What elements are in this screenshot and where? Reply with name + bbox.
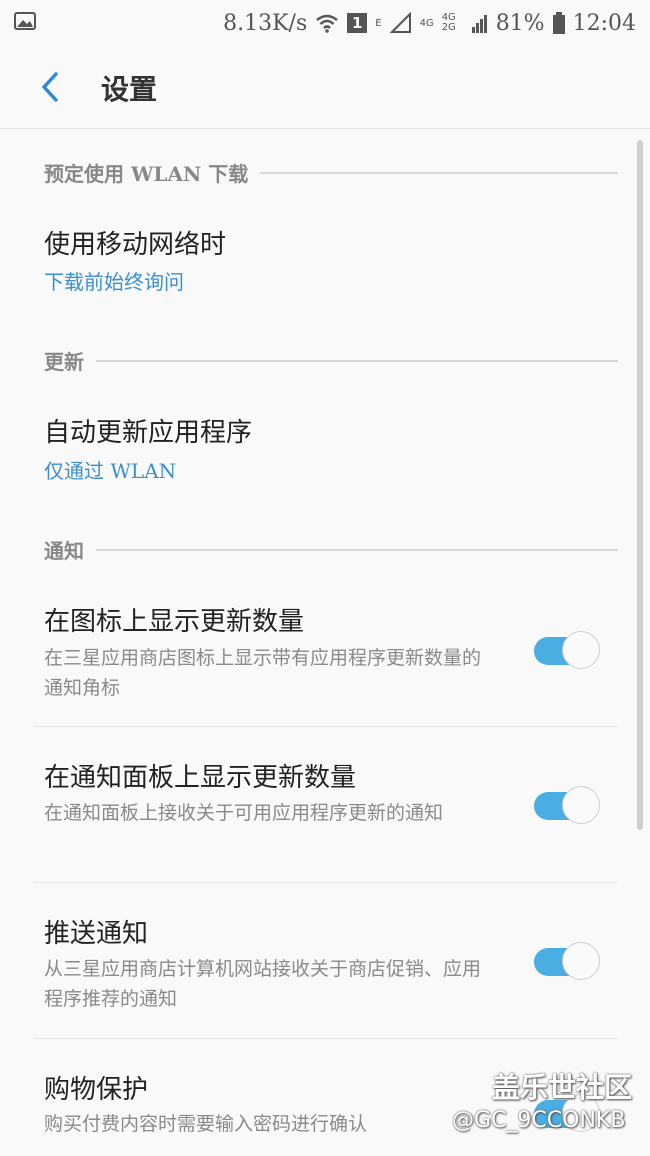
status-bar: 8.13K/s 1 E 4G 4G 2G 81% 12:04 xyxy=(0,0,650,46)
section-header-label: 预定使用 WLAN 下载 xyxy=(44,162,249,186)
page-title: 设置 xyxy=(101,73,158,106)
setting-title: 在图标上显示更新数量 xyxy=(44,607,305,637)
network-type-e: E xyxy=(375,17,382,29)
network-speed: 8.13K/s xyxy=(223,10,308,36)
battery-icon xyxy=(552,12,565,34)
app-bar: 设置 xyxy=(0,46,650,129)
section-header-label: 更新 xyxy=(44,350,84,374)
section-divider xyxy=(96,359,618,362)
setting-title: 在通知面板上显示更新数量 xyxy=(44,763,357,793)
toggle-knob xyxy=(562,942,600,980)
setting-description: 在三星应用商店图标上显示带有应用程序更新数量的通知角标 xyxy=(44,647,482,699)
row-divider xyxy=(33,726,617,727)
clock: 12:04 xyxy=(572,10,636,36)
row-divider xyxy=(33,882,617,883)
section-header-wlan-download: 预定使用 WLAN 下载 xyxy=(44,158,618,187)
row-divider xyxy=(33,1038,617,1039)
back-arrow-icon[interactable] xyxy=(36,70,66,104)
image-notification-icon xyxy=(14,12,36,30)
battery-percent: 81% xyxy=(495,10,545,36)
scrollbar[interactable] xyxy=(637,140,643,830)
toggle-knob xyxy=(562,631,600,669)
panel-count-toggle[interactable] xyxy=(534,786,602,824)
setting-description: 在通知面板上接收关于可用应用程序更新的通知 xyxy=(44,802,444,824)
section-divider xyxy=(260,171,618,174)
toggle-knob xyxy=(562,786,600,824)
badge-count-toggle[interactable] xyxy=(534,631,602,669)
setting-description: 从三星应用商店计算机网站接收关于商店促销、应用程序推荐的通知 xyxy=(44,958,482,1010)
push-notifications-toggle[interactable] xyxy=(534,942,602,980)
setting-value: 仅通过 WLAN xyxy=(44,459,177,483)
section-divider xyxy=(96,548,618,551)
setting-value: 下载前始终询问 xyxy=(44,270,184,294)
signal-icon xyxy=(389,12,411,33)
network-type-4g: 4G xyxy=(419,17,434,29)
watermark-handle: @GC_9CCONKB xyxy=(452,1108,626,1133)
section-header-notifications: 通知 xyxy=(44,535,618,564)
section-header-label: 通知 xyxy=(44,539,84,563)
sim-badge: 1 xyxy=(347,13,368,33)
setting-title: 自动更新应用程序 xyxy=(44,418,253,448)
wifi-icon xyxy=(316,14,339,33)
setting-title: 推送通知 xyxy=(44,919,149,949)
setting-description: 购买付费内容时需要输入密码进行确认 xyxy=(44,1113,368,1135)
signal-bars-icon xyxy=(471,15,487,33)
setting-title: 使用移动网络时 xyxy=(44,230,227,260)
watermark-community: 盖乐世社区 xyxy=(492,1071,633,1104)
section-header-update: 更新 xyxy=(44,346,618,375)
setting-title: 购物保护 xyxy=(44,1075,149,1105)
network-type-4g-2g: 4G 2G xyxy=(441,12,456,33)
